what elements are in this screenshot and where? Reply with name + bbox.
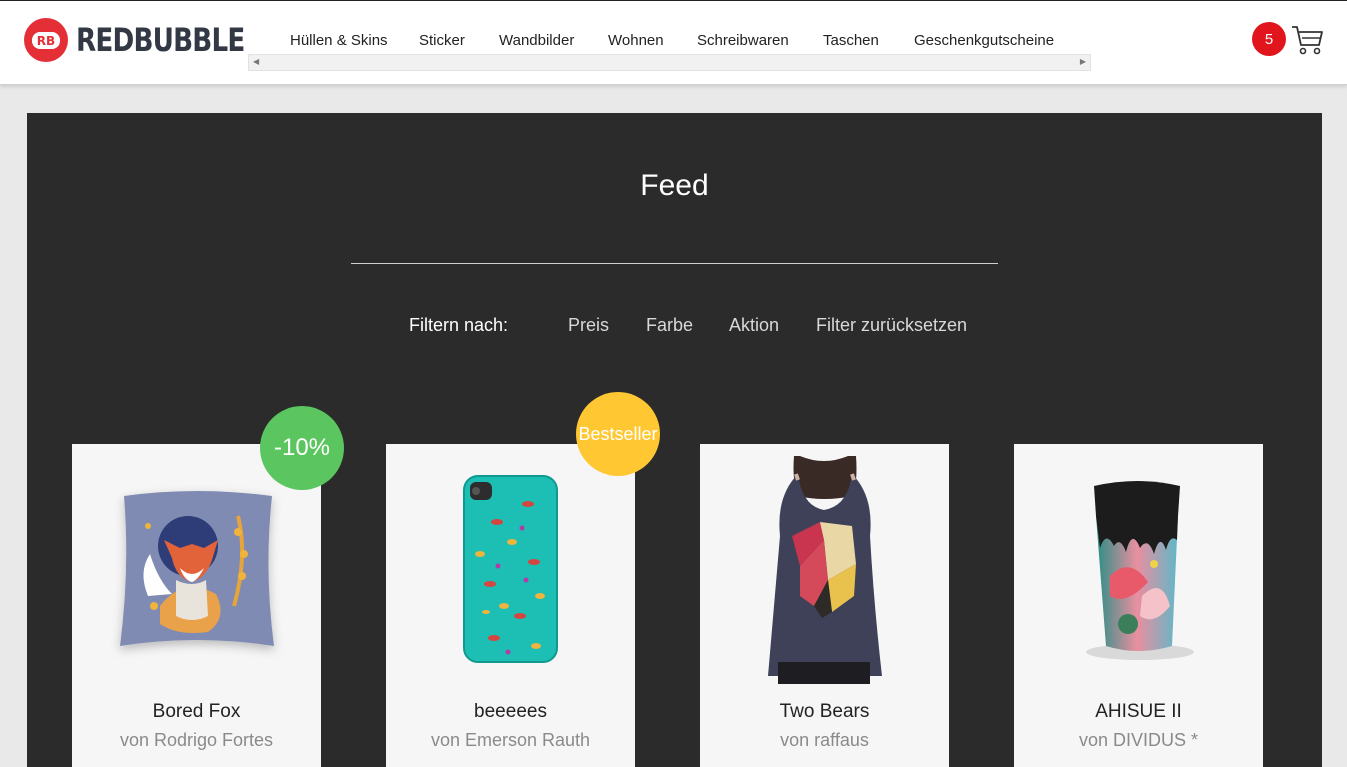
top-header: RB REDBUBBLE Hüllen & Skins Sticker Wand… [0,0,1347,85]
product-image-phone-case[interactable] [402,456,619,684]
bestseller-badge: Bestseller [576,392,660,476]
nav-item-schreibwaren[interactable]: Schreibwaren [697,32,789,49]
product-card[interactable]: beeeees von Emerson Rauth [386,444,635,767]
nav-item-geschenkgutscheine[interactable]: Geschenkgutscheine [914,32,1054,49]
scroll-right-arrow-icon[interactable]: ▶ [1080,57,1086,66]
product-title[interactable]: Bored Fox [72,701,321,723]
nav-item-sticker[interactable]: Sticker [419,32,465,49]
product-card[interactable]: AHISUE II von DIVIDUS * [1014,444,1263,767]
cart-icon[interactable] [1290,23,1324,57]
nav-scrollbar[interactable]: ◀ ▶ [248,54,1091,71]
category-nav: Hüllen & Skins Sticker Wandbilder Wohnen… [248,23,1091,71]
nav-item-huellen-skins[interactable]: Hüllen & Skins [290,32,388,49]
product-card[interactable]: Two Bears von raffaus [700,444,949,767]
product-title[interactable]: beeeees [386,701,635,723]
product-image-travel-mug[interactable] [1030,456,1247,684]
feed-panel: Feed Filtern nach: Preis Farbe Aktion Fi… [27,113,1322,767]
filter-price[interactable]: Preis [568,315,609,336]
product-author[interactable]: von raffaus [700,730,949,751]
logo-badge-icon: RB [24,18,68,62]
brand-logo[interactable]: RB REDBUBBLE [24,18,281,62]
scroll-left-arrow-icon[interactable]: ◀ [253,57,259,66]
brand-name: REDBUBBLE [76,21,245,59]
product-title[interactable]: Two Bears [700,701,949,723]
product-image-pillow[interactable] [88,456,305,684]
product-author[interactable]: von Emerson Rauth [386,730,635,751]
title-divider [351,263,998,264]
product-author[interactable]: von Rodrigo Fortes [72,730,321,751]
page-title: Feed [640,169,709,202]
filter-promotion[interactable]: Aktion [729,315,779,336]
nav-item-taschen[interactable]: Taschen [823,32,879,49]
svg-text:RB: RB [37,34,55,48]
nav-item-wohnen[interactable]: Wohnen [608,32,664,49]
product-image-tank-top[interactable] [716,456,933,684]
filter-reset[interactable]: Filter zurücksetzen [816,315,967,336]
product-author[interactable]: von DIVIDUS * [1014,730,1263,751]
product-title[interactable]: AHISUE II [1014,701,1263,723]
discount-badge: -10% [260,406,344,490]
filter-label: Filtern nach: [409,315,509,335]
nav-item-wandbilder[interactable]: Wandbilder [499,32,574,49]
filter-color[interactable]: Farbe [646,315,693,336]
cart-count-badge[interactable]: 5 [1252,22,1286,56]
product-card[interactable]: Bored Fox von Rodrigo Fortes [72,444,321,767]
